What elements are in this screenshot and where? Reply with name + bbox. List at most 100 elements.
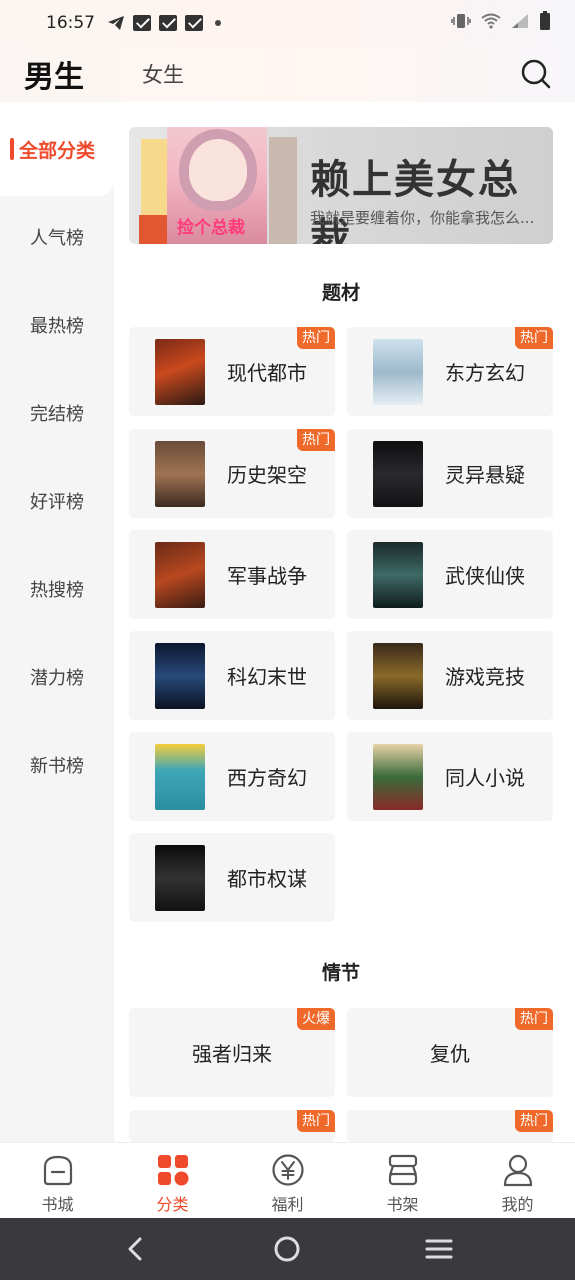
- hot-badge: 热门: [515, 327, 553, 349]
- category-card[interactable]: 西方奇幻: [129, 732, 335, 821]
- plot-card[interactable]: 复仇 热门: [347, 1008, 553, 1097]
- category-label: 武侠仙侠: [445, 564, 525, 588]
- hot-badge: 热门: [515, 1110, 553, 1132]
- category-card[interactable]: 都市权谋: [129, 833, 335, 922]
- category-label: 西方奇幻: [227, 766, 307, 790]
- nav-label: 我的: [501, 1195, 534, 1214]
- nav-category[interactable]: 分类: [115, 1143, 230, 1218]
- menu-icon: [425, 1239, 453, 1259]
- mail-icon: [159, 15, 177, 31]
- category-label: 游戏竞技: [445, 665, 525, 689]
- category-card[interactable]: 灵异悬疑: [347, 429, 553, 518]
- book-cover: [373, 441, 423, 507]
- nav-label: 福利: [271, 1195, 304, 1214]
- nav-label: 书城: [41, 1195, 74, 1214]
- top-header: 男生 女生: [0, 46, 575, 102]
- category-sidebar: 全部分类 人气榜 最热榜 完结榜 好评榜 热搜榜 潜力榜 新书榜: [0, 102, 114, 1142]
- sidebar-item-popular[interactable]: 人气榜: [0, 193, 114, 281]
- plot-card[interactable]: 热门: [129, 1110, 335, 1142]
- nav-bookshelf[interactable]: 书架: [345, 1143, 460, 1218]
- nav-welfare[interactable]: 福利: [230, 1143, 345, 1218]
- book-cover: [373, 643, 423, 709]
- search-icon: [521, 59, 551, 89]
- telegram-icon: [107, 14, 125, 32]
- cover-illustration: [189, 139, 247, 201]
- search-button[interactable]: [521, 59, 551, 89]
- banner-title: 赖上美女总裁: [310, 157, 520, 244]
- book-cover: [155, 845, 205, 911]
- status-bar: 16:57: [0, 0, 575, 46]
- profile-icon: [501, 1153, 535, 1187]
- plot-card[interactable]: 强者归来 火爆: [129, 1008, 335, 1097]
- category-card[interactable]: 军事战争: [129, 530, 335, 619]
- book-cover: [373, 542, 423, 608]
- section-title-plot: 情节: [321, 962, 360, 984]
- system-nav-bar: [0, 1218, 575, 1280]
- category-label: 军事战争: [227, 564, 307, 588]
- banner-book-cover: 捡个总裁: [167, 127, 267, 244]
- book-cover: [155, 542, 205, 608]
- mail-icon: [133, 15, 151, 31]
- banner-photo: [269, 137, 297, 244]
- section-title-theme: 题材: [321, 282, 360, 304]
- banner-side-cover-accent: [139, 215, 167, 244]
- nav-profile[interactable]: 我的: [460, 1143, 575, 1218]
- back-icon: [128, 1237, 142, 1261]
- tab-female[interactable]: 女生: [142, 59, 184, 89]
- book-cover: [373, 744, 423, 810]
- yen-icon: [271, 1153, 305, 1187]
- home-icon: [274, 1236, 300, 1262]
- category-label: 科幻末世: [227, 665, 307, 689]
- category-label: 现代都市: [227, 361, 307, 385]
- category-label: 同人小说: [445, 766, 525, 790]
- book-cover: [155, 744, 205, 810]
- category-card[interactable]: 东方玄幻 热门: [347, 327, 553, 416]
- banner-cover-title: 捡个总裁: [177, 218, 245, 238]
- category-label: 都市权谋: [227, 867, 307, 891]
- plot-card[interactable]: 热门: [347, 1110, 553, 1142]
- nav-label: 分类: [156, 1195, 189, 1214]
- book-cover: [155, 441, 205, 507]
- nav-label: 书架: [386, 1195, 419, 1214]
- category-card[interactable]: 历史架空 热门: [129, 429, 335, 518]
- nav-bookstore[interactable]: 书城: [0, 1143, 115, 1218]
- vibrate-icon: [451, 12, 471, 34]
- category-card[interactable]: 同人小说: [347, 732, 553, 821]
- back-button[interactable]: [116, 1229, 156, 1269]
- recents-button[interactable]: [419, 1229, 459, 1269]
- battery-icon: [539, 11, 551, 35]
- sidebar-item-potential[interactable]: 潜力榜: [0, 633, 114, 721]
- signal-icon: [511, 13, 529, 33]
- category-label: 历史架空: [227, 463, 307, 487]
- sidebar-item-hottest[interactable]: 最热榜: [0, 281, 114, 369]
- wifi-icon: [481, 13, 501, 33]
- book-cover: [155, 339, 205, 405]
- category-card[interactable]: 科幻末世: [129, 631, 335, 720]
- promo-banner[interactable]: 捡个总裁 赖上美女总裁 我就是要缠着你，你能拿我怎么...: [129, 127, 553, 244]
- sidebar-item-all[interactable]: 全部分类: [0, 105, 114, 193]
- tab-male[interactable]: 男生: [24, 52, 84, 96]
- category-card[interactable]: 现代都市 热门: [129, 327, 335, 416]
- hot-badge: 热门: [297, 327, 335, 349]
- bookstore-icon: [41, 1153, 75, 1187]
- category-card[interactable]: 游戏竞技: [347, 631, 553, 720]
- book-cover: [155, 643, 205, 709]
- sidebar-item-new-books[interactable]: 新书榜: [0, 721, 114, 809]
- category-label: 灵异悬疑: [445, 463, 525, 487]
- home-button[interactable]: [267, 1229, 307, 1269]
- sidebar-item-trending-search[interactable]: 热搜榜: [0, 545, 114, 633]
- sidebar-item-completed[interactable]: 完结榜: [0, 369, 114, 457]
- banner-subtitle: 我就是要缠着你，你能拿我怎么...: [310, 209, 535, 227]
- book-cover: [373, 339, 423, 405]
- notification-icons: [107, 14, 221, 32]
- hot-badge: 热门: [515, 1008, 553, 1030]
- bottom-nav: 书城 分类 福利 书架 我的: [0, 1142, 575, 1218]
- hot-badge: 热门: [297, 1110, 335, 1132]
- hot-badge: 热门: [297, 429, 335, 451]
- category-icon: [156, 1153, 190, 1187]
- category-card[interactable]: 武侠仙侠: [347, 530, 553, 619]
- sidebar-item-top-rated[interactable]: 好评榜: [0, 457, 114, 545]
- status-time: 16:57: [46, 13, 95, 33]
- bookshelf-icon: [386, 1153, 420, 1187]
- mail-icon: [185, 15, 203, 31]
